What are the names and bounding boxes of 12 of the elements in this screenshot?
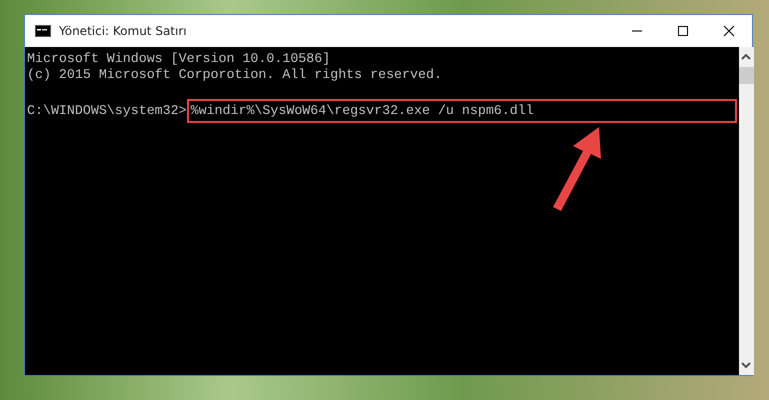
maximize-icon[interactable] [677,25,689,37]
console-line: (c) 2015 Microsoft Corporotion. All rights reserved. [27,67,443,83]
scroll-up-icon[interactable] [741,53,752,61]
command-text: %windir%\SysWoW64\regsvr32.exe /u nspm6.dll [186,99,737,123]
console-line: Microsoft Windows [Version 10.0.10586] [27,51,332,67]
window-title: Yönetici: Komut Satırı [59,24,188,38]
command-prompt: C:\WINDOWS\system32> [27,103,187,119]
console-icon [35,25,51,37]
scrollbar-thumb[interactable] [738,67,754,84]
scroll-down-icon[interactable] [741,361,752,369]
close-icon[interactable] [723,25,735,37]
scrollbar[interactable] [738,47,754,375]
